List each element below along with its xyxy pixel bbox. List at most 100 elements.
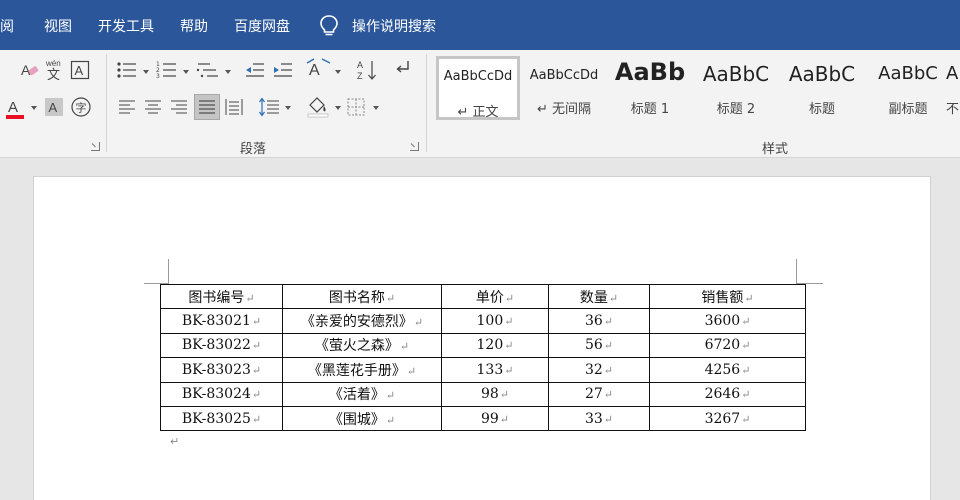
numbering-dropdown-icon[interactable] <box>182 68 190 76</box>
table-cell[interactable]: BK-83021↵ <box>160 308 283 334</box>
svg-text:A: A <box>75 63 84 78</box>
clear-formatting-icon[interactable]: A <box>20 60 40 80</box>
styles-gallery: AaBbCcDd ↵ 正文 AaBbCcDd ↵ 无间隔 AaBb 标题 1 A… <box>434 54 960 124</box>
table-cell[interactable]: 98↵ <box>441 381 549 407</box>
header-cell[interactable]: 销售额↵ <box>649 283 806 310</box>
table-row: BK-83022↵ 《萤火之森》↵ 120↵ 56↵ 6720↵ <box>160 332 806 359</box>
header-cell[interactable]: 图书编号↵ <box>160 283 283 310</box>
header-cell[interactable]: 数量↵ <box>548 283 650 310</box>
table-cell[interactable]: 33↵ <box>548 405 650 432</box>
line-spacing-icon[interactable] <box>258 96 280 118</box>
styles-group-label: 样式 <box>762 142 789 157</box>
document-area[interactable]: 图书编号↵ 图书名称↵ 单价↵ 数量↵ 销售额↵ BK-83021↵ 《亲爱的安… <box>0 158 960 500</box>
table-cell[interactable]: 27↵ <box>548 381 650 407</box>
align-right-icon[interactable] <box>170 98 188 116</box>
table-cell[interactable]: 100↵ <box>441 308 549 334</box>
menu-help[interactable]: 帮助 <box>180 16 208 36</box>
menu-baidu-netdisk[interactable]: 百度网盘 <box>234 16 290 36</box>
align-left-icon[interactable] <box>118 98 136 116</box>
paragraph-mark: ↵ <box>170 435 180 448</box>
table-cell[interactable]: 36↵ <box>548 308 650 334</box>
style-sample: A <box>946 63 959 84</box>
increase-indent-icon[interactable] <box>272 60 294 80</box>
show-paragraph-marks-icon[interactable] <box>392 58 412 78</box>
style-name: 不 <box>946 102 960 117</box>
table-cell[interactable]: 32↵ <box>548 357 650 383</box>
svg-text:3: 3 <box>156 73 160 80</box>
style-subtitle[interactable]: AaBbC 副标题 <box>866 56 950 120</box>
crop-mark <box>168 259 169 285</box>
table-cell[interactable]: 《亲爱的安德烈》↵ <box>282 308 442 334</box>
table-cell[interactable]: BK-83022↵ <box>160 332 283 359</box>
style-heading-1[interactable]: AaBb 标题 1 <box>608 56 692 120</box>
style-name: ↵ 正文 <box>457 105 499 120</box>
table-cell[interactable]: 6720↵ <box>649 332 806 359</box>
table-cell[interactable]: 《萤火之森》↵ <box>282 332 442 359</box>
bullets-dropdown-icon[interactable] <box>142 68 150 76</box>
table-header-row: 图书编号↵ 图书名称↵ 单价↵ 数量↵ 销售额↵ <box>160 283 806 310</box>
paragraph-dialog-launcher-icon[interactable] <box>410 142 419 151</box>
enclose-characters-icon[interactable]: 字 <box>70 96 92 118</box>
table-cell[interactable]: 99↵ <box>441 405 549 432</box>
table-cell[interactable]: BK-83023↵ <box>160 357 283 383</box>
style-name: 标题 <box>808 102 835 117</box>
line-spacing-dropdown-icon[interactable] <box>284 104 292 112</box>
style-no-spacing[interactable]: AaBbCcDd ↵ 无间隔 <box>522 56 606 120</box>
tell-me-search[interactable]: 操作说明搜索 <box>352 16 436 36</box>
style-heading-2[interactable]: AaBbC 标题 2 <box>694 56 778 120</box>
decrease-indent-icon[interactable] <box>244 60 266 80</box>
svg-text:字: 字 <box>76 101 87 115</box>
svg-text:A: A <box>8 99 18 116</box>
table-cell[interactable]: 4256↵ <box>649 357 806 383</box>
table-cell[interactable]: 120↵ <box>441 332 549 359</box>
table-cell[interactable]: 3600↵ <box>649 308 806 334</box>
distributed-align-icon[interactable] <box>224 97 244 117</box>
ribbon: A wén 文 A A A 字 123 A AZ 段落 AaBbCcDd ↵ 正… <box>0 50 960 158</box>
style-name: 标题 2 <box>716 102 756 117</box>
header-cell[interactable]: 图书名称↵ <box>282 283 442 310</box>
document-page[interactable]: 图书编号↵ 图书名称↵ 单价↵ 数量↵ 销售额↵ BK-83021↵ 《亲爱的安… <box>33 176 931 500</box>
table-cell[interactable]: 《围城》↵ <box>282 405 442 432</box>
table-cell[interactable]: 56↵ <box>548 332 650 359</box>
font-color-dropdown-icon[interactable] <box>30 104 38 112</box>
paragraph-group-label: 段落 <box>240 142 267 157</box>
menu-view[interactable]: 视图 <box>44 16 72 36</box>
character-border-icon[interactable]: A <box>70 60 90 80</box>
header-cell[interactable]: 单价↵ <box>441 283 549 310</box>
sort-icon[interactable]: AZ <box>356 58 378 82</box>
style-sample: AaBb <box>614 58 686 86</box>
style-name: 标题 1 <box>630 102 670 117</box>
table-cell[interactable]: 《黑莲花手册》↵ <box>282 357 442 383</box>
shading-dropdown-icon[interactable] <box>334 104 342 112</box>
shading-icon[interactable] <box>306 96 330 118</box>
menu-review[interactable]: 审阅 <box>0 16 14 36</box>
align-center-icon[interactable] <box>144 98 162 116</box>
table-cell[interactable]: 2646↵ <box>649 381 806 407</box>
style-normal[interactable]: AaBbCcDd ↵ 正文 <box>436 56 520 120</box>
character-shading-icon[interactable]: A <box>44 96 64 118</box>
table-cell[interactable]: BK-83025↵ <box>160 405 283 432</box>
lightbulb-icon[interactable] <box>318 14 340 38</box>
borders-icon[interactable] <box>346 97 366 117</box>
multilevel-list-icon[interactable] <box>196 60 220 80</box>
chinese-layout-icon[interactable]: A <box>306 58 332 80</box>
book-sales-table[interactable]: 图书编号↵ 图书名称↵ 单价↵ 数量↵ 销售额↵ BK-83021↵ 《亲爱的安… <box>160 283 806 432</box>
phonetic-guide-icon[interactable]: wén 文 <box>44 58 66 82</box>
menu-developer[interactable]: 开发工具 <box>98 16 154 36</box>
numbering-icon[interactable]: 123 <box>156 60 178 80</box>
style-title[interactable]: AaBbC 标题 <box>780 56 864 120</box>
table-row: BK-83025↵ 《围城》↵ 99↵ 33↵ 3267↵ <box>160 405 806 432</box>
table-cell[interactable]: 3267↵ <box>649 405 806 432</box>
table-cell[interactable]: BK-83024↵ <box>160 381 283 407</box>
table-cell[interactable]: 《活着》↵ <box>282 381 442 407</box>
font-dialog-launcher-icon[interactable] <box>91 142 100 151</box>
justify-icon[interactable] <box>194 94 220 120</box>
chinese-layout-dropdown-icon[interactable] <box>334 68 342 76</box>
borders-dropdown-icon[interactable] <box>372 104 380 112</box>
style-partial[interactable]: A 不 <box>946 56 960 120</box>
table-cell[interactable]: 133↵ <box>441 357 549 383</box>
font-color-icon[interactable]: A <box>4 96 26 120</box>
bullets-icon[interactable] <box>116 60 138 80</box>
multilevel-list-dropdown-icon[interactable] <box>224 68 232 76</box>
ribbon-separator <box>426 54 427 152</box>
